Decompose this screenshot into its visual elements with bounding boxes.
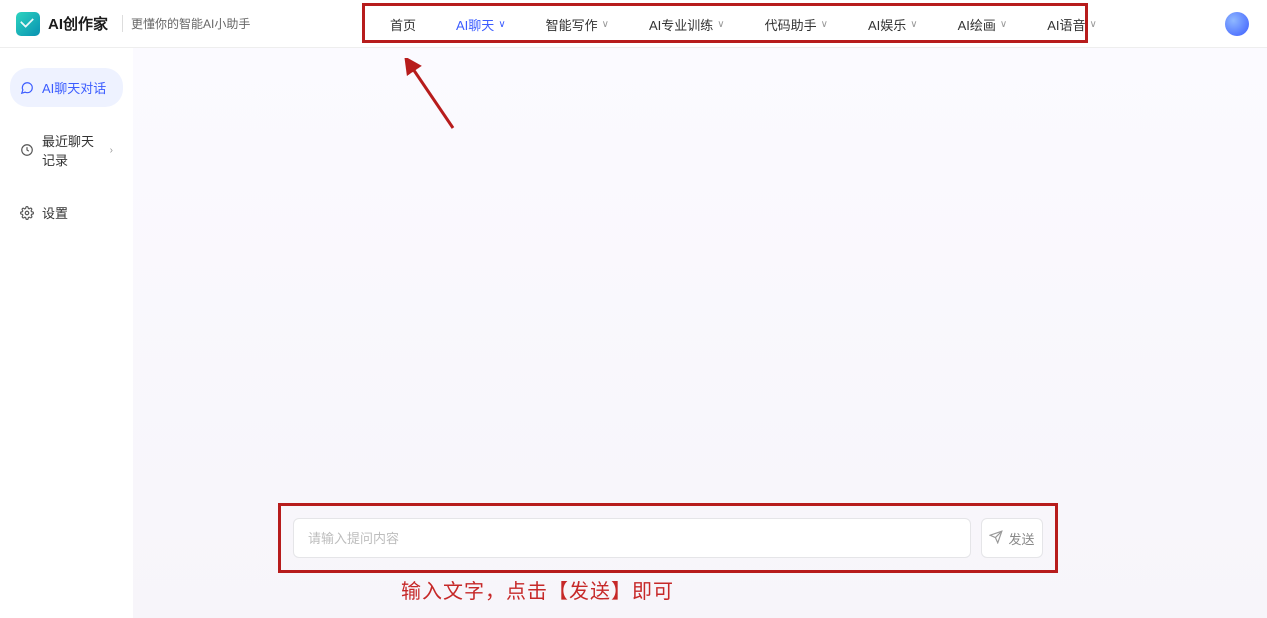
chevron-down-icon: ∨ [821, 19, 828, 30]
header: AI创作家 更懂你的智能AI小助手 首页 AI聊天 ∨ 智能写作 ∨ AI专业训… [0, 0, 1267, 48]
logo-icon [16, 12, 40, 36]
gear-icon [20, 206, 34, 220]
nav-label: 代码助手 [765, 15, 817, 34]
nav-ai-voice[interactable]: AI语音 ∨ [1027, 0, 1117, 48]
chat-input[interactable] [293, 518, 971, 558]
send-label: 发送 [1008, 529, 1034, 548]
logo-area: AI创作家 更懂你的智能AI小助手 [16, 12, 250, 36]
chevron-down-icon: ∨ [602, 19, 609, 30]
chevron-down-icon: ∨ [1090, 19, 1097, 30]
sidebar-item-label: 最近聊天记录 [42, 131, 102, 169]
sidebar-item-settings[interactable]: 设置 [10, 193, 123, 232]
chevron-down-icon: ∨ [1000, 19, 1007, 30]
nav-ai-training[interactable]: AI专业训练 ∨ [629, 0, 745, 48]
annotation-hint-text: 输入文字，点击【发送】即可 [401, 575, 674, 604]
nav-ai-chat[interactable]: AI聊天 ∨ [436, 0, 526, 48]
chevron-down-icon: ∨ [498, 19, 505, 30]
main: AI聊天对话 最近聊天记录 › 设置 [0, 48, 1267, 618]
sidebar: AI聊天对话 最近聊天记录 › 设置 [0, 48, 133, 618]
chevron-right-icon: › [110, 145, 113, 156]
sidebar-item-recent[interactable]: 最近聊天记录 › [10, 121, 123, 179]
sidebar-item-label: AI聊天对话 [42, 78, 106, 97]
chevron-down-icon: ∨ [717, 19, 724, 30]
content-area: 发送 输入文字，点击【发送】即可 [133, 48, 1267, 618]
chat-input-row: 发送 [293, 518, 1043, 558]
nav-code-assistant[interactable]: 代码助手 ∨ [745, 0, 848, 48]
app-name: AI创作家 [48, 13, 108, 34]
app-tagline: 更懂你的智能AI小助手 [122, 15, 250, 32]
nav-label: AI娱乐 [868, 15, 906, 34]
chevron-down-icon: ∨ [910, 19, 917, 30]
nav-ai-entertainment[interactable]: AI娱乐 ∨ [848, 0, 938, 48]
chat-input-area: 发送 [293, 518, 1043, 558]
sidebar-item-label: 设置 [42, 203, 68, 222]
nav-label: 智能写作 [546, 15, 598, 34]
top-nav: 首页 AI聊天 ∨ 智能写作 ∨ AI专业训练 ∨ 代码助手 ∨ AI娱乐 ∨ … [370, 0, 1117, 48]
chat-icon [20, 81, 34, 95]
send-icon [989, 530, 1003, 547]
nav-label: AI专业训练 [649, 15, 713, 34]
nav-ai-painting[interactable]: AI绘画 ∨ [938, 0, 1028, 48]
nav-home[interactable]: 首页 [370, 0, 436, 48]
nav-label: AI语音 [1047, 15, 1085, 34]
nav-label: 首页 [390, 15, 416, 34]
nav-label: AI聊天 [456, 15, 494, 34]
avatar[interactable] [1225, 12, 1249, 36]
send-button[interactable]: 发送 [981, 518, 1043, 558]
nav-label: AI绘画 [958, 15, 996, 34]
annotation-arrow [403, 58, 463, 138]
sidebar-item-ai-chat[interactable]: AI聊天对话 [10, 68, 123, 107]
nav-smart-writing[interactable]: 智能写作 ∨ [526, 0, 629, 48]
clock-icon [20, 143, 34, 157]
